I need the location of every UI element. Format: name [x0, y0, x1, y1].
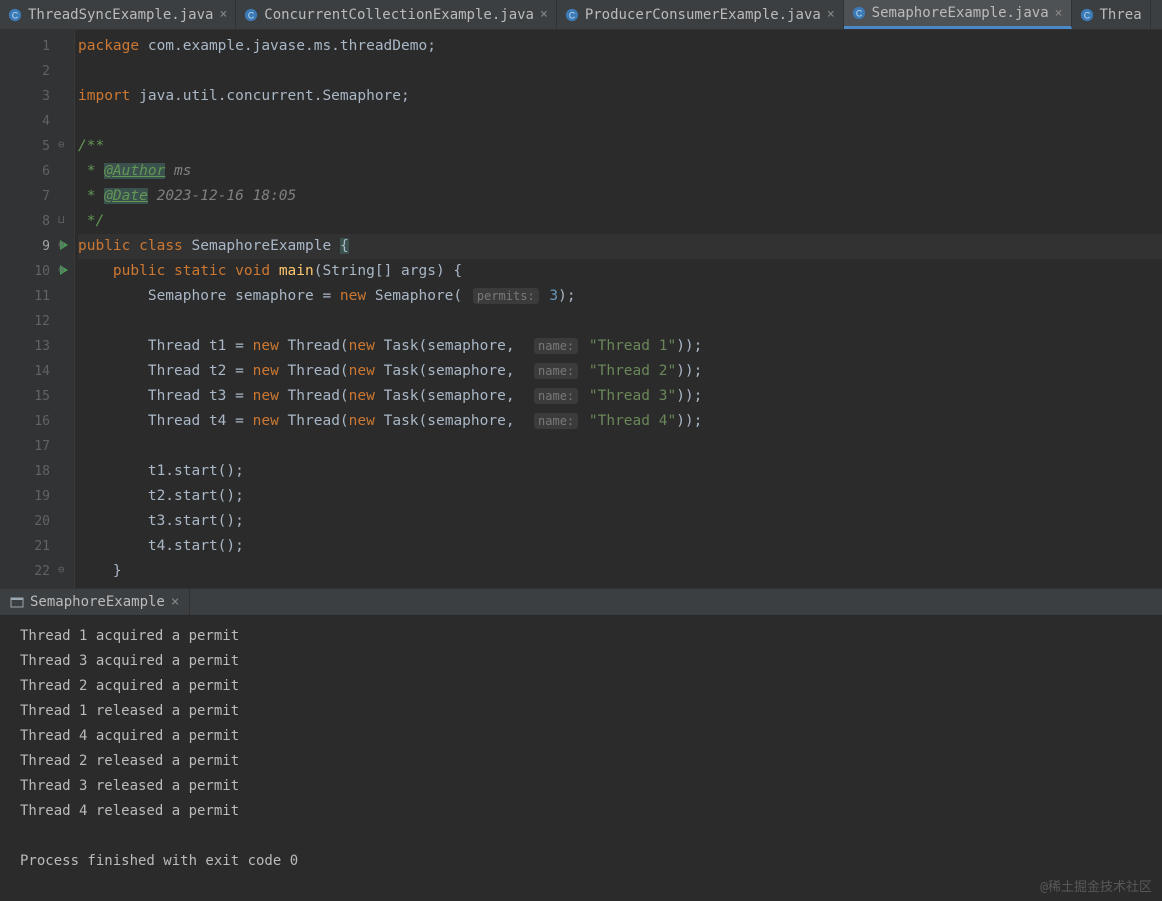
console-line: Process finished with exit code 0 [20, 849, 1142, 874]
code-line: */ [78, 209, 1162, 234]
tab-label: Threa [1100, 7, 1142, 23]
tab-truncated[interactable]: C Threa [1072, 0, 1151, 29]
console-output[interactable]: Thread 1 acquired a permit Thread 3 acqu… [0, 616, 1162, 901]
close-icon[interactable]: × [540, 7, 548, 22]
code-line: t4.start(); [78, 534, 1162, 559]
java-icon: C [852, 6, 866, 20]
code-line: Thread t2 = new Thread(new Task(semaphor… [78, 359, 1162, 384]
tab-label: SemaphoreExample.java [872, 5, 1049, 21]
code-line: t3.start(); [78, 509, 1162, 534]
tab-producer[interactable]: C ProducerConsumerExample.java × [557, 0, 844, 29]
fold-icon[interactable]: ⊖ [58, 138, 65, 151]
gutter: 1 2 3 4 5 6 7 8 9 10 11 12 13 14 15 16 1… [0, 30, 74, 588]
code-line: Thread t4 = new Thread(new Task(semaphor… [78, 409, 1162, 434]
code-line: Thread t3 = new Thread(new Task(semaphor… [78, 384, 1162, 409]
close-icon[interactable]: × [171, 594, 179, 610]
java-icon: C [1080, 8, 1094, 22]
code-line: package com.example.javase.ms.threadDemo… [78, 34, 1162, 59]
fold-icon[interactable]: ⊖ [58, 563, 65, 576]
run-panel-tabs: SemaphoreExample × [0, 588, 1162, 616]
code-line [78, 434, 1162, 459]
code-line [78, 309, 1162, 334]
inlay-hint: permits: [473, 288, 539, 304]
editor-tabs: C ThreadSyncExample.java × C ConcurrentC… [0, 0, 1162, 30]
close-icon[interactable]: × [1055, 6, 1063, 21]
inlay-hint: name: [534, 388, 578, 404]
tab-semaphore[interactable]: C SemaphoreExample.java × [844, 0, 1072, 29]
tab-label: ProducerConsumerExample.java [585, 7, 821, 23]
inlay-hint: name: [534, 413, 578, 429]
code-line: Thread t1 = new Thread(new Task(semaphor… [78, 334, 1162, 359]
inlay-hint: name: [534, 363, 578, 379]
code-line: t2.start(); [78, 484, 1162, 509]
code-line: * @Author ms [78, 159, 1162, 184]
run-tab-label: SemaphoreExample [30, 594, 165, 610]
console-line: Thread 3 released a permit [20, 774, 1142, 799]
console-line [20, 824, 1142, 849]
svg-text:C: C [855, 9, 861, 19]
code-line: * @Date 2023-12-16 18:05 [78, 184, 1162, 209]
console-line: Thread 4 released a permit [20, 799, 1142, 824]
java-icon: C [565, 8, 579, 22]
java-icon: C [244, 8, 258, 22]
console-line: Thread 1 acquired a permit [20, 624, 1142, 649]
code-line: public static void main(String[] args) { [78, 259, 1162, 284]
code-line: /** [78, 134, 1162, 159]
run-tab-semaphore[interactable]: SemaphoreExample × [0, 589, 190, 615]
close-icon[interactable]: × [219, 7, 227, 22]
fold-column: ⊖ ⊔ ⊖ ⊖ ⊖ [54, 30, 74, 588]
console-line: Thread 2 released a permit [20, 749, 1142, 774]
svg-text:C: C [1083, 10, 1089, 20]
code-line [78, 109, 1162, 134]
java-icon: C [8, 8, 22, 22]
code-line: public class SemaphoreExample { [78, 234, 1162, 259]
console-line: Thread 2 acquired a permit [20, 674, 1142, 699]
code-area[interactable]: package com.example.javase.ms.threadDemo… [74, 30, 1162, 588]
tab-label: ConcurrentCollectionExample.java [264, 7, 534, 23]
code-editor[interactable]: 1 2 3 4 5 6 7 8 9 10 11 12 13 14 15 16 1… [0, 30, 1162, 588]
console-line: Thread 1 released a permit [20, 699, 1142, 724]
tab-label: ThreadSyncExample.java [28, 7, 213, 23]
code-line [78, 59, 1162, 84]
run-config-icon [10, 595, 24, 609]
fold-icon[interactable]: ⊔ [58, 213, 65, 226]
tab-threadsync[interactable]: C ThreadSyncExample.java × [0, 0, 236, 29]
svg-text:C: C [248, 10, 254, 20]
svg-text:C: C [12, 10, 18, 20]
close-icon[interactable]: × [827, 7, 835, 22]
code-line: import java.util.concurrent.Semaphore; [78, 84, 1162, 109]
code-line: } [78, 559, 1162, 584]
fold-icon[interactable]: ⊖ [58, 263, 65, 276]
svg-text:C: C [569, 10, 575, 20]
inlay-hint: name: [534, 338, 578, 354]
console-line: Thread 3 acquired a permit [20, 649, 1142, 674]
tab-concurrent[interactable]: C ConcurrentCollectionExample.java × [236, 0, 557, 29]
console-line: Thread 4 acquired a permit [20, 724, 1142, 749]
code-line: t1.start(); [78, 459, 1162, 484]
code-line: Semaphore semaphore = new Semaphore( per… [78, 284, 1162, 309]
fold-icon[interactable]: ⊖ [58, 238, 65, 251]
